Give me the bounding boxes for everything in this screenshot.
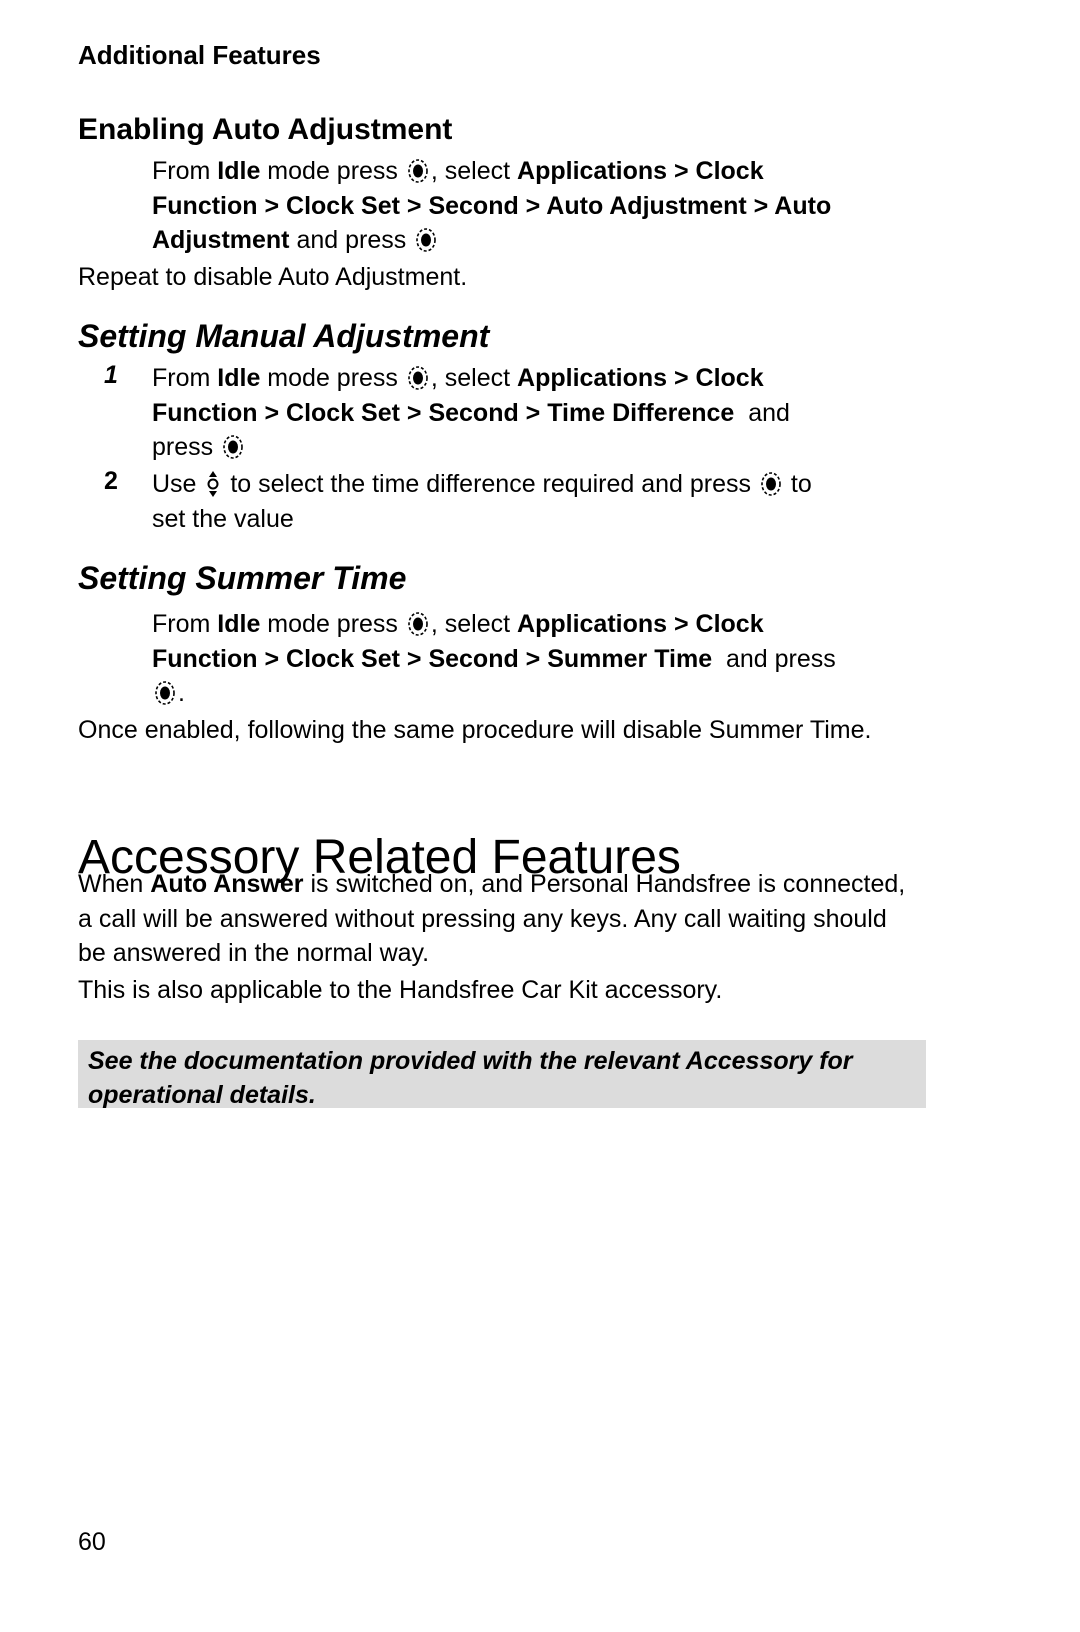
text: , select xyxy=(430,610,518,638)
select-key-icon xyxy=(415,227,437,253)
page-number: 60 xyxy=(78,1528,106,1556)
select-key-icon xyxy=(760,471,782,497)
auto-adjustment-note: Repeat to disable Auto Adjustment. xyxy=(78,263,468,291)
select-key-icon xyxy=(407,611,429,637)
menu-path: Function > Clock Set > Second > Time Dif… xyxy=(152,398,735,427)
accessory-car-kit-note: This is also applicable to the Handsfree… xyxy=(78,976,723,1004)
summer-time-instructions: From Idle mode press , select Applicatio… xyxy=(152,607,932,711)
text: , select xyxy=(430,157,518,185)
menu-path: Function > Clock Set > Second > Auto Adj… xyxy=(152,191,832,220)
section-title-summer-time: Setting Summer Time xyxy=(78,560,407,596)
accessory-documentation-note: See the documentation provided with the … xyxy=(78,1040,926,1109)
select-key-icon xyxy=(154,680,176,706)
text: and press xyxy=(289,226,414,254)
text: From xyxy=(152,610,218,638)
text: mode press xyxy=(260,610,405,638)
step-number: 1 xyxy=(104,361,118,389)
text: and press xyxy=(712,644,836,673)
text: When xyxy=(78,870,151,898)
text: to select the time difference required a… xyxy=(223,470,758,498)
text: to xyxy=(783,470,812,498)
section-title-manual-adjustment: Setting Manual Adjustment xyxy=(78,318,490,354)
text: From xyxy=(152,157,218,185)
accessory-paragraph: When Auto Answer is switched on, and Per… xyxy=(78,867,918,971)
text: mode press xyxy=(260,364,405,392)
auto-answer-label: Auto Answer xyxy=(150,870,304,898)
navigation-key-icon xyxy=(205,470,221,498)
text: , select xyxy=(430,364,518,392)
menu-path: Applications > Clock xyxy=(517,610,764,638)
select-key-icon xyxy=(407,158,429,184)
idle-label: Idle xyxy=(217,157,261,185)
manual-step-2: Use to select the time difference requir… xyxy=(152,467,932,536)
menu-path: Adjustment xyxy=(152,226,290,254)
select-key-icon xyxy=(222,434,244,460)
menu-path: Applications > Clock xyxy=(517,157,764,185)
text: and xyxy=(734,398,790,427)
text: press xyxy=(152,433,221,461)
menu-path: Applications > Clock xyxy=(517,364,764,392)
running-head: Additional Features xyxy=(78,40,321,70)
summer-time-note: Once enabled, following the same procedu… xyxy=(78,716,872,744)
text: From xyxy=(152,364,218,392)
text: Use xyxy=(152,470,204,498)
idle-label: Idle xyxy=(217,364,261,392)
auto-adjustment-instructions: From Idle mode press , select Applicatio… xyxy=(152,154,932,258)
manual-step-1: From Idle mode press , select Applicatio… xyxy=(152,361,932,465)
section-title-auto-adjustment: Enabling Auto Adjustment xyxy=(78,113,453,146)
text: . xyxy=(178,679,185,707)
text: mode press xyxy=(260,157,405,185)
text: set the value xyxy=(152,504,294,533)
idle-label: Idle xyxy=(217,610,261,638)
menu-path: Function > Clock Set > Second > Summer T… xyxy=(152,644,713,673)
select-key-icon xyxy=(407,365,429,391)
step-number: 2 xyxy=(104,467,118,495)
